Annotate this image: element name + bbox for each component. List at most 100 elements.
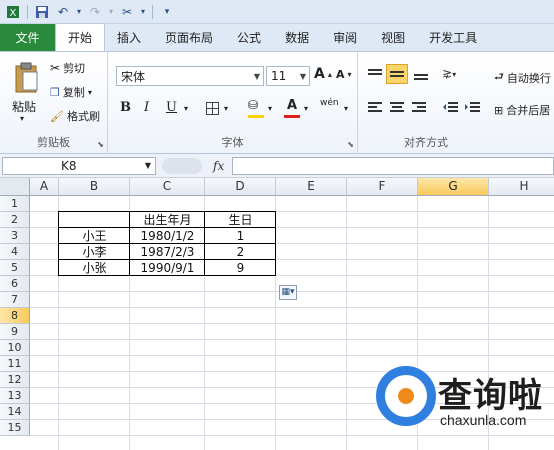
- align-bottom-button[interactable]: [412, 66, 430, 82]
- column-header-h[interactable]: H: [489, 178, 554, 196]
- table-cell[interactable]: 出生年月: [130, 212, 205, 228]
- shrink-font-button[interactable]: A ▾: [336, 68, 352, 81]
- table-cell[interactable]: 生日: [205, 212, 276, 228]
- column-header-c[interactable]: C: [130, 178, 205, 196]
- row-header-13[interactable]: 13: [0, 388, 30, 404]
- font-color-button[interactable]: A: [284, 98, 300, 118]
- row-header-15[interactable]: 15: [0, 420, 30, 436]
- name-box[interactable]: K8 ▼: [2, 157, 156, 175]
- alignment-group-label: 对齐方式: [404, 136, 448, 149]
- align-center-button[interactable]: [388, 100, 406, 116]
- align-top-button[interactable]: [366, 66, 384, 82]
- decrease-indent-button[interactable]: [442, 100, 460, 116]
- excel-icon[interactable]: X: [4, 3, 22, 21]
- save-icon[interactable]: [33, 3, 51, 21]
- row-header-8[interactable]: 8: [0, 308, 30, 324]
- column-header-e[interactable]: E: [276, 178, 347, 196]
- italic-button[interactable]: I: [144, 100, 149, 115]
- paste-button[interactable]: 粘贴 ▾: [4, 56, 44, 126]
- tab-home[interactable]: 开始: [55, 23, 106, 51]
- row-header-1[interactable]: 1: [0, 196, 30, 212]
- font-color-bar: [284, 115, 300, 118]
- table-cell[interactable]: [59, 212, 130, 228]
- row-header-6[interactable]: 6: [0, 276, 30, 292]
- column-header-f[interactable]: F: [347, 178, 418, 196]
- tab-page-layout[interactable]: 页面布局: [153, 24, 225, 51]
- increase-indent-button[interactable]: [464, 100, 482, 116]
- column-header-g[interactable]: G: [418, 178, 489, 196]
- row-header-9[interactable]: 9: [0, 324, 30, 340]
- phonetic-button[interactable]: wén: [320, 98, 339, 108]
- format-painter-button[interactable]: 🖌 格式刷: [50, 108, 100, 124]
- column-header-a[interactable]: A: [30, 178, 59, 196]
- undo-dropdown-icon[interactable]: ▾: [75, 3, 83, 21]
- row-header-5[interactable]: 5: [0, 260, 30, 276]
- wrap-text-button[interactable]: ⮐ 自动换行: [494, 68, 551, 87]
- column-header-d[interactable]: D: [205, 178, 276, 196]
- orientation-button[interactable]: ⋧▾: [442, 66, 456, 80]
- select-all-corner[interactable]: [0, 178, 30, 196]
- row-header-2[interactable]: 2: [0, 212, 30, 228]
- tab-insert[interactable]: 插入: [105, 24, 153, 51]
- font-color-dropdown-icon[interactable]: ▾: [304, 104, 308, 113]
- fill-dropdown-icon[interactable]: ▾: [268, 104, 272, 113]
- undo-icon[interactable]: ↶: [54, 3, 72, 21]
- tools-dropdown-icon[interactable]: ▾: [139, 3, 147, 21]
- borders-dropdown-icon[interactable]: ▾: [224, 104, 228, 113]
- table-cell[interactable]: 1980/1/2: [130, 228, 205, 244]
- column-header-b[interactable]: B: [59, 178, 130, 196]
- align-left-button[interactable]: [366, 100, 384, 116]
- tab-file[interactable]: 文件: [0, 24, 55, 51]
- redo-icon[interactable]: ↷: [86, 3, 104, 21]
- bold-button[interactable]: B: [120, 100, 131, 115]
- tab-data[interactable]: 数据: [273, 24, 321, 51]
- formula-bar-divider-icon[interactable]: [162, 158, 202, 174]
- table-cell[interactable]: 2: [205, 244, 276, 260]
- phonetic-dropdown-icon[interactable]: ▾: [344, 104, 348, 113]
- redo-dropdown-icon[interactable]: ▾: [107, 3, 115, 21]
- table-cell[interactable]: 1: [205, 228, 276, 244]
- table-cell[interactable]: 小王: [59, 228, 130, 244]
- borders-button[interactable]: [206, 102, 219, 115]
- cut-button[interactable]: ✂ 剪切: [50, 60, 85, 76]
- align-right-button[interactable]: [410, 100, 428, 116]
- table-cell[interactable]: 9: [205, 260, 276, 276]
- table-cell[interactable]: 1987/2/3: [130, 244, 205, 260]
- row-header-11[interactable]: 11: [0, 356, 30, 372]
- customize-icon[interactable]: ▾: [158, 3, 176, 21]
- tab-review[interactable]: 审阅: [321, 24, 369, 51]
- tab-formulas[interactable]: 公式: [225, 24, 273, 51]
- row-header-4[interactable]: 4: [0, 244, 30, 260]
- row-header-12[interactable]: 12: [0, 372, 30, 388]
- copy-button[interactable]: ❐ 复制 ▾: [50, 84, 92, 100]
- font-launcher-icon[interactable]: ⬊: [347, 140, 354, 149]
- tab-developer[interactable]: 开发工具: [417, 24, 489, 51]
- font-size-select[interactable]: 11 ▼: [266, 66, 310, 86]
- grow-font-button[interactable]: A ▴: [314, 66, 332, 82]
- row-header-10[interactable]: 10: [0, 340, 30, 356]
- tab-view[interactable]: 视图: [369, 24, 417, 51]
- row-header-14[interactable]: 14: [0, 404, 30, 420]
- table-cell[interactable]: 1990/9/1: [130, 260, 205, 276]
- fill-color-button[interactable]: ⛁: [248, 98, 264, 118]
- font-name-select[interactable]: 宋体 ▼: [116, 66, 264, 86]
- underline-dropdown-icon[interactable]: ▾: [184, 104, 188, 113]
- merge-center-button[interactable]: ⊞ 合并后居: [494, 102, 550, 118]
- copy-dropdown-icon[interactable]: ▾: [88, 88, 92, 97]
- wrap-text-icon: ⮐: [494, 70, 504, 83]
- table-cell[interactable]: 小李: [59, 244, 130, 260]
- gridline-h: [30, 355, 554, 356]
- row-header-3[interactable]: 3: [0, 228, 30, 244]
- paste-options-icon[interactable]: ▦▾: [279, 285, 297, 300]
- table-cell[interactable]: 小张: [59, 260, 130, 276]
- clipboard-launcher-icon[interactable]: ⬊: [97, 140, 104, 149]
- insert-function-icon[interactable]: fx: [213, 159, 224, 173]
- paste-dropdown-icon[interactable]: ▾: [20, 114, 24, 123]
- underline-button[interactable]: U: [166, 100, 177, 115]
- orientation-dropdown-icon: ▾: [452, 70, 457, 79]
- row-header-7[interactable]: 7: [0, 292, 30, 308]
- align-middle-button[interactable]: [386, 64, 408, 84]
- tools-icon[interactable]: ✂: [118, 3, 136, 21]
- formula-input[interactable]: [232, 157, 554, 175]
- font-size-value: 11: [271, 69, 287, 83]
